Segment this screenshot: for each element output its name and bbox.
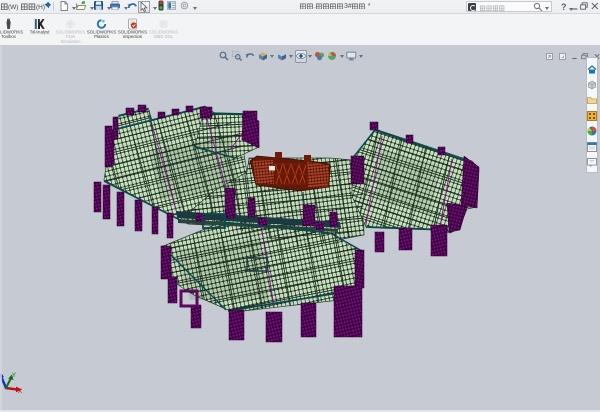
svg-text:Y: Y [12,373,16,379]
svg-text:X: X [18,389,22,395]
